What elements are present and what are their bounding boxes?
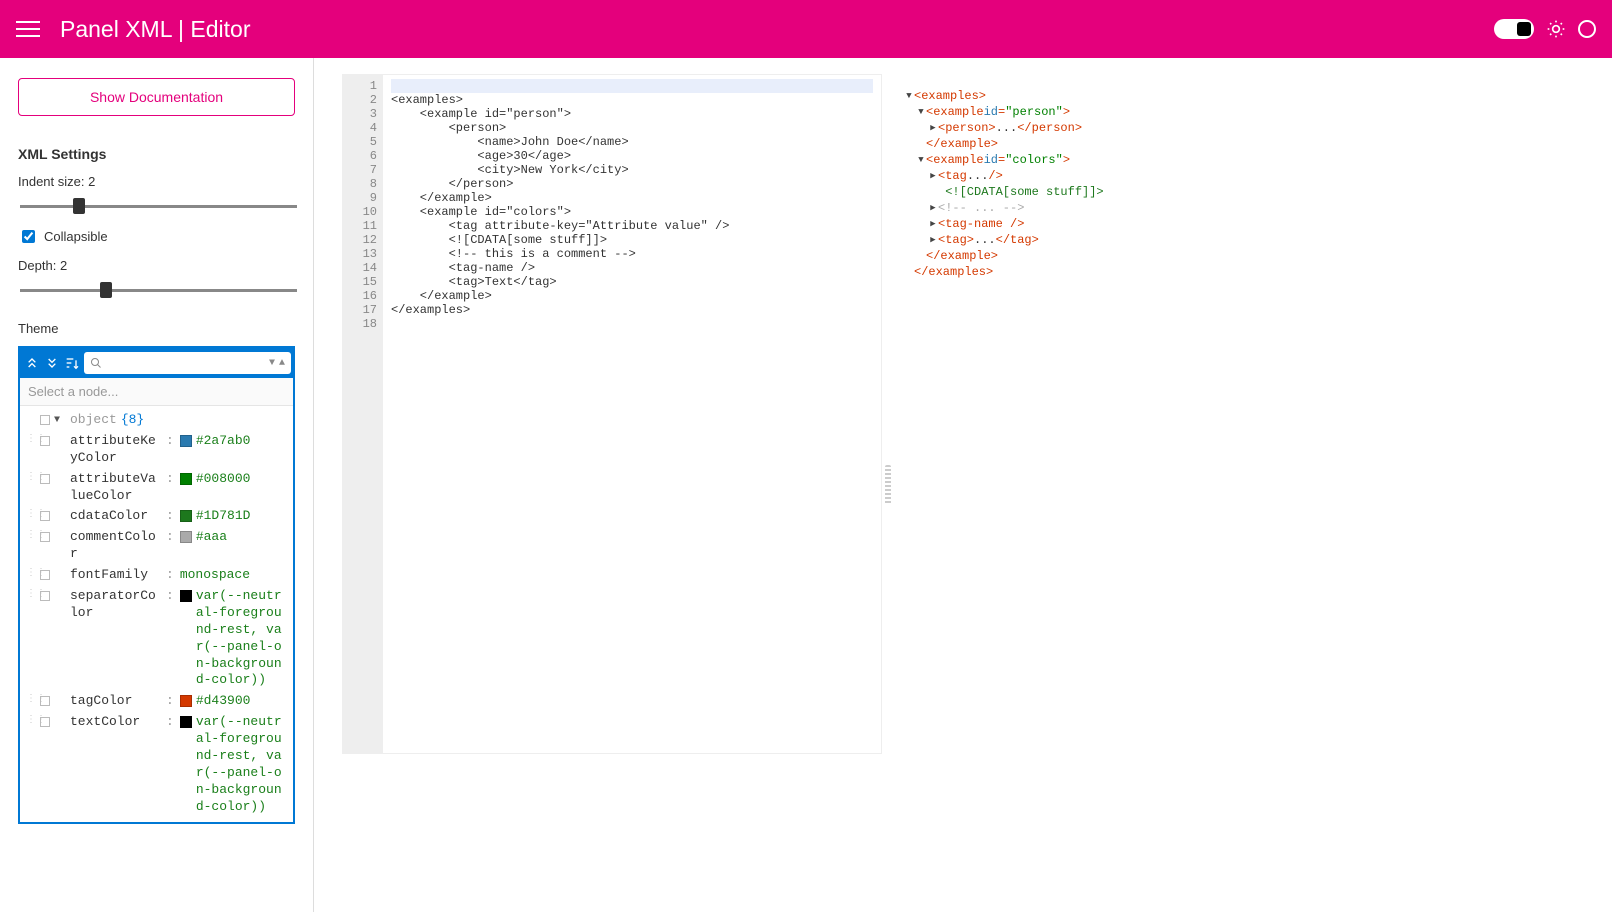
- theme-prop-row[interactable]: ⋮⋮fontFamily:monospace: [20, 565, 293, 586]
- sort-icon[interactable]: [64, 352, 80, 374]
- theme-prop-key: attributeKeyColor: [70, 433, 160, 467]
- theme-prop-row[interactable]: ⋮⋮commentColor:#aaa: [20, 527, 293, 565]
- theme-prop-key: commentColor: [70, 529, 160, 563]
- theme-prop-value: #2a7ab0: [196, 433, 287, 450]
- theme-prop-value: #aaa: [196, 529, 287, 546]
- code-body[interactable]: <examples> <example id="person"> <person…: [383, 75, 881, 753]
- app-title: Panel XML | Editor: [60, 16, 1494, 43]
- loading-icon[interactable]: [1578, 20, 1596, 38]
- theme-search-input[interactable]: [106, 355, 265, 371]
- theme-prop-value: var(--neutral-foreground-rest, var(--pan…: [196, 588, 287, 689]
- theme-prop-row[interactable]: ⋮⋮tagColor:#d43900: [20, 691, 293, 712]
- theme-prop-key: separatorColor: [70, 588, 160, 622]
- tree-row[interactable]: ▶<tag-name />: [904, 216, 1590, 232]
- theme-prop-row[interactable]: ⋮⋮textColor:var(--neutral-foreground-res…: [20, 712, 293, 817]
- theme-prop-key: fontFamily: [70, 567, 160, 584]
- theme-prop-row[interactable]: ⋮⋮separatorColor:var(--neutral-foregroun…: [20, 586, 293, 691]
- tree-row[interactable]: ▼<example id="colors">: [904, 152, 1590, 168]
- depth-label: Depth: 2: [18, 258, 295, 273]
- theme-prop-key: tagColor: [70, 693, 160, 710]
- theme-prop-key: attributeValueColor: [70, 471, 160, 505]
- theme-prop-value: #008000: [196, 471, 287, 488]
- xml-tree-preview: ▼<examples> ▼<example id="person"> ▶<per…: [894, 74, 1600, 896]
- tree-row: <![CDATA[some stuff]]>: [904, 184, 1590, 200]
- tree-row[interactable]: ▶<!-- ... -->: [904, 200, 1590, 216]
- theme-prop-value: #1D781D: [196, 508, 287, 525]
- tree-row: </example>: [904, 136, 1590, 152]
- theme-tree: ▼ object {8} ⋮⋮attributeKeyColor:#2a7ab0…: [20, 406, 293, 822]
- collapse-all-icon[interactable]: [44, 352, 60, 374]
- search-icon: [90, 357, 102, 369]
- sun-icon[interactable]: [1546, 19, 1566, 39]
- xml-code-editor[interactable]: 123456789101112131415161718 <examples> <…: [342, 74, 882, 754]
- collapsible-checkbox[interactable]: Collapsible: [18, 227, 295, 246]
- pane-splitter[interactable]: [882, 74, 894, 896]
- show-documentation-button[interactable]: Show Documentation: [18, 78, 295, 116]
- theme-heading: Theme: [18, 321, 295, 336]
- search-down-icon[interactable]: ▼: [269, 358, 275, 369]
- theme-prop-value: monospace: [180, 567, 287, 584]
- theme-prop-value: var(--neutral-foreground-rest, var(--pan…: [196, 714, 287, 815]
- indent-size-label: Indent size: 2: [18, 174, 295, 189]
- depth-slider[interactable]: [18, 279, 295, 297]
- main-area: 123456789101112131415161718 <examples> <…: [314, 58, 1612, 912]
- theme-prop-value: #d43900: [196, 693, 287, 710]
- theme-prop-key: textColor: [70, 714, 160, 731]
- theme-search[interactable]: ▼ ▲: [84, 352, 291, 374]
- expand-all-icon[interactable]: [24, 352, 40, 374]
- indent-size-slider[interactable]: [18, 195, 295, 213]
- tree-row: </example>: [904, 248, 1590, 264]
- tree-row[interactable]: ▼<example id="person">: [904, 104, 1590, 120]
- theme-prop-row[interactable]: ⋮⋮attributeValueColor:#008000: [20, 469, 293, 507]
- theme-prop-row[interactable]: ⋮⋮attributeKeyColor:#2a7ab0: [20, 431, 293, 469]
- theme-json-editor: ▼ ▲ Select a node... ▼ object {8} ⋮⋮attr…: [18, 346, 295, 824]
- node-select-input[interactable]: Select a node...: [20, 378, 293, 406]
- tree-row[interactable]: ▶<tag ... />: [904, 168, 1590, 184]
- tree-row[interactable]: ▶<tag>...</tag>: [904, 232, 1590, 248]
- theme-prop-row[interactable]: ⋮⋮cdataColor:#1D781D: [20, 506, 293, 527]
- tree-row: </examples>: [904, 264, 1590, 280]
- search-up-icon[interactable]: ▲: [279, 358, 285, 369]
- sidebar: Show Documentation XML Settings Indent s…: [0, 58, 314, 912]
- theme-toolbar: ▼ ▲: [20, 348, 293, 378]
- theme-prop-key: cdataColor: [70, 508, 160, 525]
- app-header: Panel XML | Editor: [0, 0, 1612, 58]
- tree-root-row[interactable]: ▼ object {8}: [20, 410, 293, 431]
- xml-settings-heading: XML Settings: [18, 146, 295, 162]
- theme-toggle[interactable]: [1494, 19, 1534, 39]
- tree-row[interactable]: ▶<person>...</person>: [904, 120, 1590, 136]
- menu-icon[interactable]: [16, 17, 40, 41]
- line-gutter: 123456789101112131415161718: [343, 75, 383, 753]
- tree-row[interactable]: ▼<examples>: [904, 88, 1590, 104]
